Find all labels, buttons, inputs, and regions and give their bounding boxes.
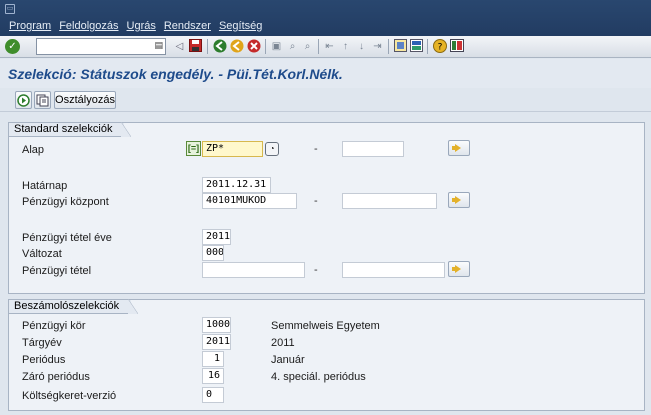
application-toolbar: Osztályozás [0,88,651,112]
match-code-icon[interactable]: ◔ [265,142,279,156]
menu-rendszer[interactable]: Rendszer [164,20,211,34]
alap-label: Alap [22,144,45,156]
kozpont-label: Pénzügyi központ [22,196,109,208]
kor-label: Pénzügyi kör [22,320,86,332]
page-title: Szelekció: Státuszok engedély. - Püi.Tét… [8,66,343,82]
tetel-dash: - [314,264,318,276]
alap-multiple-selection-button[interactable] [448,140,470,156]
shortcut-icon[interactable] [409,39,424,54]
variant-icon [36,94,49,107]
kozpont-dash: - [314,195,318,207]
print-icon[interactable]: ▣ [269,39,284,54]
new-session-icon[interactable] [393,39,408,54]
selection-screen: Standard szelekciók Alap [=] ZP* ◔ - Hat… [0,113,651,415]
system-menu-icon[interactable]: ▭ [5,4,15,14]
menu-ugras[interactable]: Ugrás [127,20,156,34]
find-icon[interactable]: ⌕ [285,39,300,54]
save-icon[interactable] [188,39,203,54]
zaro-input[interactable]: 16 [202,368,224,384]
zaro-text: 4. speciál. periódus [271,371,366,383]
valtozat-label: Változat [22,248,62,260]
kozpont-to-input[interactable] [342,193,437,209]
alap-to-input[interactable] [342,141,404,157]
valtozat-input[interactable]: 000 [202,245,224,261]
kor-input[interactable]: 1000 [202,317,231,333]
variant-button[interactable] [34,91,51,109]
kor-text: Semmelweis Egyetem [271,320,380,332]
menu-bar: ▭ Program Feldolgozás Ugrás Rendszer Seg… [0,0,651,36]
help-icon[interactable]: ? [432,39,447,54]
tetel-to-input[interactable] [342,262,445,278]
exit-icon[interactable] [229,39,244,54]
alap-from-input[interactable]: ZP* [202,141,263,157]
targyev-text: 2011 [271,337,295,349]
ev-input[interactable]: 2011 [202,229,231,245]
periodus-input[interactable]: 1 [202,351,224,367]
first-page-icon[interactable]: ⇤ [322,39,337,54]
title-bar: Szelekció: Státuszok engedély. - Püi.Tét… [0,59,651,88]
tetel-multiple-selection-button[interactable] [448,261,470,277]
verzio-label: Költségkeret-verzió [22,390,117,402]
back-nav-icon[interactable] [212,39,227,54]
zaro-label: Záró periódus [22,371,90,383]
hatarnap-label: Határnap [22,180,68,192]
menu-segitseg[interactable]: Segítség [219,20,262,34]
periodus-text: Január [271,354,305,366]
next-page-icon[interactable]: ↓ [354,39,369,54]
back-icon[interactable]: ◁ [172,39,187,54]
targyev-input[interactable]: 2011 [202,334,231,350]
execute-button[interactable] [15,91,32,109]
tetel-label: Pénzügyi tétel [22,265,92,277]
tetel-from-input[interactable] [202,262,305,278]
standard-toolbar: ✓ ▤ ◁ ▣ ⌕ ⌕ ⇤ ↑ ↓ ⇥ ? [0,36,651,58]
command-field[interactable]: ▤ [36,38,166,55]
kozpont-multiple-selection-button[interactable] [448,192,470,208]
targyev-label: Tárgyév [22,337,62,349]
svg-text:?: ? [437,43,442,53]
alap-dash: - [314,143,318,155]
find-next-icon[interactable]: ⌕ [300,39,315,54]
history-icon[interactable]: ▤ [154,40,163,51]
execute-icon [17,94,30,107]
cancel-icon[interactable] [246,39,261,54]
periodus-label: Periódus [22,354,66,366]
prev-page-icon[interactable]: ↑ [338,39,353,54]
menu-program[interactable]: Program [9,20,51,34]
menu-feldolgozas[interactable]: Feldolgozás [59,20,118,34]
selection-option-icon[interactable]: [=] [186,141,201,156]
osztalyozas-button[interactable]: Osztályozás [54,91,116,109]
menu: Program Feldolgozás Ugrás Rendszer Segít… [9,20,270,34]
last-page-icon[interactable]: ⇥ [370,39,385,54]
hatarnap-input[interactable]: 2011.12.31 [202,177,271,193]
standard-selections-group: Standard szelekciók Alap [=] ZP* ◔ - Hat… [8,122,645,294]
ev-label: Pénzügyi tétel éve [22,232,112,244]
kozpont-from-input[interactable]: 40101MUKOD [202,193,297,209]
standard-selections-title: Standard szelekciók [8,122,132,137]
verzio-input[interactable]: 0 [202,387,224,403]
beszamolo-selections-group: Beszámolószelekciók Pénzügyi kör 1000 Se… [8,299,645,411]
enter-icon[interactable]: ✓ [5,39,20,54]
beszamolo-selections-title: Beszámolószelekciók [8,299,139,314]
layout-icon[interactable] [449,39,464,54]
